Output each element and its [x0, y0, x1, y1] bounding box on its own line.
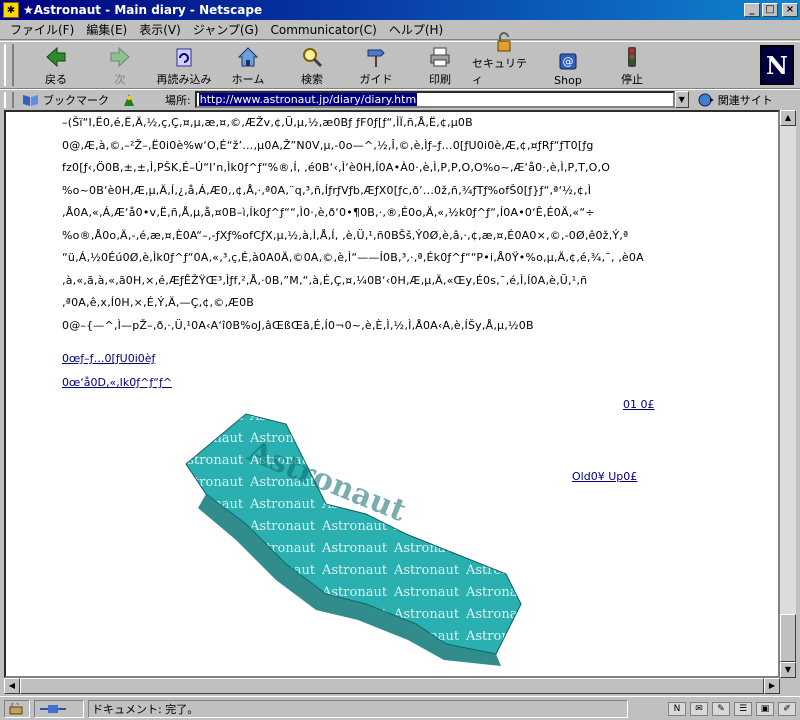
horizontal-scroll-thumb[interactable] [20, 678, 764, 694]
stop-button[interactable]: 停止 [600, 43, 664, 87]
menu-communicator[interactable]: Communicator(C) [265, 23, 383, 37]
scrollbar-corner [780, 678, 796, 694]
diary-line: “ü‚Á‚½0Éú0Ø‚è‚Ìk0ƒ^ƒ“0A‚«‚³‚ç‚É‚à0A0Ä‚©0… [62, 251, 644, 264]
old-up-link[interactable]: Old0¥ Up0£ [572, 470, 637, 483]
guide-button[interactable]: ガイド [344, 43, 408, 87]
svg-text:@: @ [563, 55, 574, 68]
prev-entry-link[interactable]: 0œƒ–ƒ…0[ƒU0i0èƒ [62, 352, 155, 365]
padlock-icon [491, 31, 517, 53]
window-title: ★Astronaut - Main diary - Netscape [23, 3, 263, 17]
diary-line: fz0[ƒ‹‚Ö0B‚±‚±‚Ì‚PŠK‚É–Ú“I’n‚Ìk0ƒ^ƒ“%®‚Í… [62, 161, 611, 174]
search-button[interactable]: 検索 [280, 43, 344, 87]
navigator-icon[interactable]: N [668, 701, 686, 716]
shop-button[interactable]: @ Shop [536, 43, 600, 87]
maximize-button[interactable]: □ [762, 3, 778, 17]
diary-line: 0@–{—^‚Ì—pŽ–‚ð‚·‚Ü‚¹0A‹A‘î0B%oJ‚âŒßŒã‚É‚… [62, 318, 534, 332]
menu-go[interactable]: ジャンプ(G) [187, 21, 265, 38]
address-book-icon[interactable]: ▣ [756, 701, 774, 716]
menu-help[interactable]: ヘルプ(H) [383, 21, 449, 38]
mail-icon[interactable]: ✉ [690, 701, 708, 716]
next-entry-link[interactable]: 0œ‘å0D‚«‚Ik0ƒ^ƒ“ƒ^ [62, 376, 172, 389]
url-text: http://www.astronaut.jp/diary/diary.htm [198, 93, 418, 106]
menu-file[interactable]: ファイル(F) [4, 21, 80, 38]
newsgroup-icon[interactable]: ☰ [734, 701, 752, 716]
scroll-down-button[interactable]: ▼ [780, 662, 796, 678]
bookmark-book-icon [23, 94, 38, 106]
print-button[interactable]: 印刷 [408, 43, 472, 87]
shop-label: Shop [554, 74, 582, 87]
location-label: 場所: [165, 93, 191, 107]
menu-bar: ファイル(F) 編集(E) 表示(V) ジャンプ(G) Communicator… [0, 20, 800, 40]
pencil-icon[interactable]: ✐ [778, 701, 796, 716]
related-sites-label: 関連サイト [717, 93, 773, 107]
toolbar-grip[interactable] [4, 44, 14, 86]
guide-signpost-icon [363, 45, 389, 69]
minimize-button[interactable]: _ [744, 3, 760, 17]
diary-line: ‚à‚«‚ã‚à‚«‚ã0H‚×‚é‚ÆƒÊŽŸŒ³‚Ìƒf‚²‚Å‚·0B‚”… [62, 273, 588, 287]
stop-label: 停止 [621, 73, 643, 86]
location-bar: ブックマーク 場所: http://www.astronaut.jp/diary… [0, 89, 800, 109]
print-label: 印刷 [429, 73, 451, 86]
related-sites-icon [698, 93, 714, 106]
back-button[interactable]: 戻る [24, 43, 88, 87]
diary-line: ‚ª0A‚ê‚x‚Í0H‚×‚É‚Ý‚Ä‚—Ç‚¢‚©‚Æ0B [62, 296, 255, 309]
home-icon [235, 45, 261, 69]
home-button[interactable]: ホーム [216, 43, 280, 87]
status-bar: ドキュメント: 完了。 N ✉ ✎ ☰ ▣ ✐ [0, 696, 800, 720]
page-proxy-icon[interactable] [121, 92, 137, 108]
reload-icon [171, 45, 197, 69]
forward-label: 次 [114, 73, 126, 86]
app-icon: ✱ [3, 2, 19, 18]
back-arrow-icon [43, 45, 69, 69]
stop-traffic-light-icon [619, 45, 645, 69]
online-status-icon[interactable] [34, 699, 84, 718]
page-content: –(Šï“I‚Ë0‚é‚Ë‚Ä‚½‚ç‚Ç‚¤‚µ‚æ‚¤‚©‚ÆŽv‚¢‚Ü‚… [4, 110, 780, 678]
scroll-left-button[interactable]: ◀ [4, 678, 20, 694]
date-link[interactable]: 01 0£ [623, 398, 655, 411]
printer-icon [427, 45, 453, 69]
menu-view[interactable]: 表示(V) [133, 21, 187, 38]
bookmarks-label: ブックマーク [43, 93, 109, 107]
scroll-right-button[interactable]: ▶ [764, 678, 780, 694]
diary-line: %o®‚Å0o‚Ä‚-‚é‚æ‚¤‚È0A“–‚-ƒXƒ%ofCƒX‚µ‚½‚à… [62, 228, 629, 242]
shop-icon: @ [555, 48, 581, 72]
scroll-up-button[interactable]: ▲ [780, 110, 796, 126]
bookmarks-button[interactable]: ブックマーク [22, 92, 109, 108]
forward-button[interactable]: 次 [88, 43, 152, 87]
diary-text: –(Šï“I‚Ë0‚é‚Ë‚Ä‚½‚ç‚Ç‚¤‚µ‚æ‚¤‚©‚ÆŽv‚¢‚Ü‚… [62, 112, 662, 337]
guide-label: ガイド [359, 73, 393, 86]
security-status-icon[interactable] [4, 699, 30, 718]
security-label: セキュリティ [472, 57, 527, 86]
diary-line: 0@‚Æ‚à‚©‚–²Ž–‚Ë0i0è%w‘O‚É“ž’…‚µ0A‚Ž”N0V‚… [62, 138, 594, 152]
vertical-scrollbar[interactable]: ▲ ▼ [780, 110, 796, 678]
horizontal-scrollbar[interactable]: ◀ ▶ [4, 678, 780, 694]
diary-line: %o~0B‘è0H‚Æ‚µ‚Ä‚Í‚¿‚å‚Á‚Æ0‚‚¢‚Å‚·‚ª0A‚¨q… [62, 183, 592, 197]
vertical-scroll-thumb[interactable] [780, 614, 796, 662]
status-text: ドキュメント: 完了。 [88, 699, 628, 718]
url-field[interactable]: http://www.astronaut.jp/diary/diary.htm [194, 91, 675, 108]
menu-edit[interactable]: 編集(E) [80, 21, 133, 38]
location-grip[interactable] [4, 91, 14, 108]
search-label: 検索 [301, 73, 323, 86]
related-sites-button[interactable]: 関連サイト [697, 92, 773, 108]
security-button[interactable]: セキュリティ [472, 32, 536, 87]
composer-icon[interactable]: ✎ [712, 701, 730, 716]
diary-line: –(Šï“I‚Ë0‚é‚Ë‚Ä‚½‚ç‚Ç‚¤‚µ‚æ‚¤‚©‚ÆŽv‚¢‚Ü‚… [62, 116, 473, 129]
back-label: 戻る [45, 73, 67, 86]
reload-button[interactable]: 再読み込み [152, 43, 216, 87]
netscape-logo[interactable]: N [760, 45, 794, 85]
home-label: ホーム [231, 73, 265, 86]
title-bar: ✱ ★Astronaut - Main diary - Netscape _ □… [0, 0, 800, 20]
diary-line: ‚Å0A‚«‚Á‚Æ‘å0•v‚Ë‚ñ‚Å‚µ‚å‚¤0B–ì‚Ík0ƒ^ƒ““… [62, 206, 595, 219]
search-icon [299, 45, 325, 69]
reload-label: 再読み込み [156, 73, 212, 86]
astronaut-logo-image[interactable]: Astronaut Astronaut [176, 404, 536, 678]
navigation-toolbar: 戻る 次 再読み込み ホーム 検索 ガイド 印刷 セキュリティ @ Shop 停… [0, 32, 800, 89]
url-dropdown-button[interactable]: ▼ [674, 91, 689, 108]
close-button[interactable]: × [782, 3, 798, 17]
forward-arrow-icon [107, 45, 133, 69]
